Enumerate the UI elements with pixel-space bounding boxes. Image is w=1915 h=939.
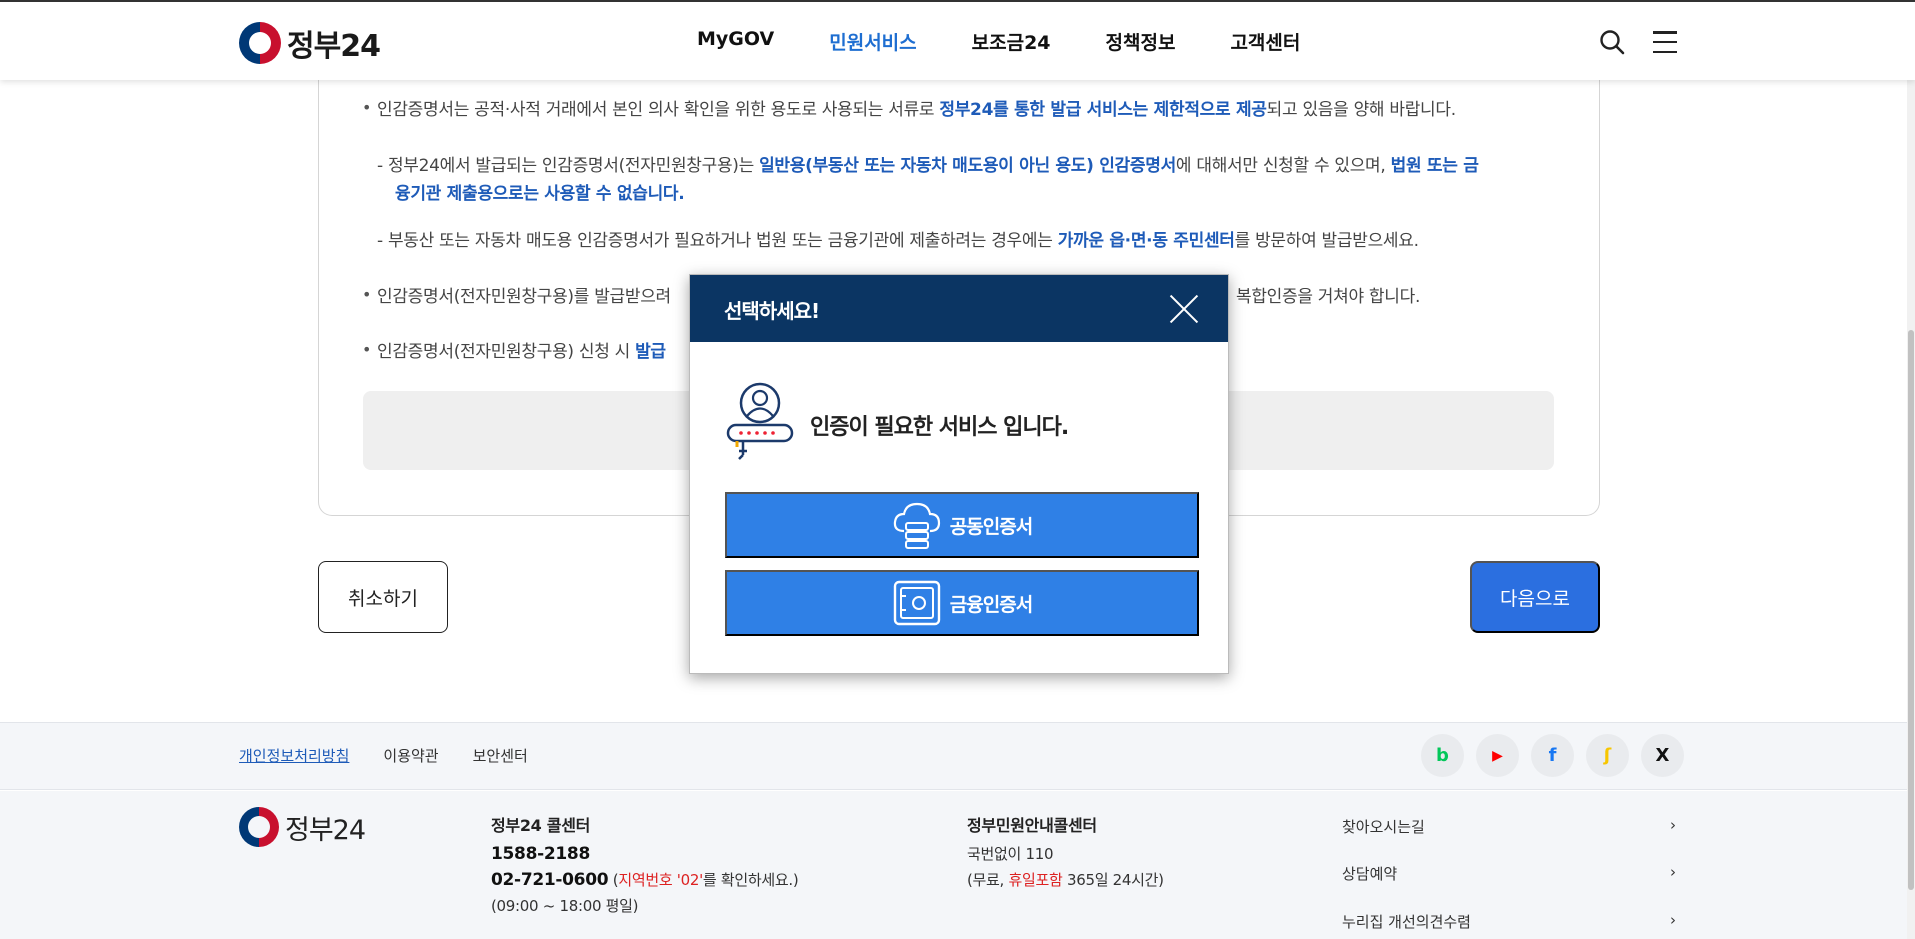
quick-link-label: 찾아오시는길 [1342, 818, 1425, 836]
site-logo[interactable]: 정부24 [239, 21, 381, 65]
bullet: • [362, 98, 372, 117]
security-center-link[interactable]: 보안센터 [473, 745, 528, 766]
chevron-right-icon: › [1670, 863, 1676, 881]
nav-subsidy24[interactable]: 보조금24 [972, 28, 1051, 55]
callcenter-title: 정부24 콜센터 [491, 816, 591, 835]
quick-link-label: 상담예약 [1342, 865, 1398, 883]
minwon-line-1: 국번없이 110 [967, 845, 1054, 863]
modal-message: 인증이 필요한 서비스 입니다. [810, 415, 1069, 440]
minwon-title: 정부민원안내콜센터 [967, 816, 1097, 835]
next-button[interactable]: 다음으로 [1470, 561, 1600, 633]
nav-customer-center[interactable]: 고객센터 [1230, 28, 1300, 55]
notice-line-4: - 부동산 또는 자동차 매도용 인감증명서가 필요하거나 법원 또는 금융기관… [377, 231, 1419, 251]
modal-header: 선택하세요! [690, 275, 1228, 342]
area-code-note: 지역번호 '02' [618, 871, 703, 889]
kakao-icon[interactable]: ʃ [1586, 734, 1629, 777]
joint-certificate-label: 공동인증서 [949, 515, 1033, 538]
notice-line-2: - 정부24에서 발급되는 인감증명서(전자민원창구용)는 일반용(부동산 또는… [377, 156, 1479, 176]
page-scrollbar[interactable] [1907, 80, 1915, 939]
site-header: 정부24 MyGOV 민원서비스 보조금24 정책정보 고객센터 [0, 0, 1915, 80]
note-open: ( [608, 871, 619, 889]
financial-certificate-button[interactable]: 금융인증서 [725, 570, 1199, 636]
privacy-policy-link[interactable]: 개인정보처리방침 [239, 745, 349, 766]
user-authentication-icon [726, 382, 794, 460]
chevron-right-icon: › [1670, 911, 1676, 929]
callcenter-info: 정부24 콜센터 1588-2188 02-721-0600 (지역번호 '02… [491, 813, 799, 919]
social-links: b ▶ f ʃ X [1421, 734, 1684, 777]
joint-certificate-button[interactable]: 공동인증서 [725, 492, 1199, 558]
footer-logo-text: 정부24 [285, 814, 366, 846]
search-icon[interactable] [1599, 29, 1625, 55]
hamburger-menu-icon[interactable] [1653, 31, 1677, 53]
notice-line-5: 인감증명서(전자민원창구용)를 발급받으려 [377, 287, 671, 307]
callcenter-phone-2: 02-721-0600 [491, 870, 609, 890]
minwon-line-2: (무료, 휴일포함 365일 24시간) [967, 871, 1164, 889]
quick-link-feedback[interactable]: 누리집 개선의견수렴 › [1342, 911, 1676, 932]
note-close: 를 확인하세요.) [702, 871, 799, 889]
nav-policy-info[interactable]: 정책정보 [1106, 28, 1176, 55]
cloud-server-icon [893, 502, 940, 549]
main-nav: MyGOV 민원서비스 보조금24 정책정보 고객센터 [697, 28, 1300, 55]
cancel-button[interactable]: 취소하기 [318, 561, 448, 633]
bullet: • [362, 285, 372, 304]
blog-icon[interactable]: b [1421, 734, 1464, 777]
notice-line-5-end: 복합인증을 거쳐야 합니다. [1236, 287, 1421, 307]
logo-text: 정부24 [287, 29, 381, 64]
x-icon[interactable]: X [1641, 734, 1684, 777]
quick-link-directions[interactable]: 찾아오시는길 › [1342, 816, 1676, 837]
callcenter-phone-2-row: 02-721-0600 (지역번호 '02'를 확인하세요.) [491, 867, 799, 893]
terms-link[interactable]: 이용약관 [383, 745, 438, 766]
minwon-callcenter-info: 정부민원안내콜센터 국번없이 110 (무료, 휴일포함 365일 24시간) [967, 813, 1164, 893]
taegeuk-logo-icon [239, 807, 279, 847]
footer-links: 개인정보처리방침 이용약관 보안센터 [239, 745, 528, 766]
footer-logo[interactable]: 정부24 [239, 807, 366, 847]
scrollbar-thumb[interactable] [1908, 330, 1914, 890]
financial-certificate-label: 금융인증서 [949, 593, 1033, 616]
bullet: • [362, 340, 372, 359]
youtube-icon[interactable]: ▶ [1476, 734, 1519, 777]
callcenter-phone-1: 1588-2188 [491, 844, 590, 864]
quick-link-consultation[interactable]: 상담예약 › [1342, 863, 1676, 884]
notice-line-6: 인감증명서(전자민원창구용) 신청 시 발급 [377, 342, 666, 362]
notice-line-3: 융기관 제출용으로는 사용할 수 없습니다. [395, 184, 685, 204]
close-icon[interactable] [1168, 292, 1200, 324]
chevron-right-icon: › [1670, 816, 1676, 834]
callcenter-hours: (09:00 ~ 18:00 평일) [491, 897, 639, 915]
modal-title: 선택하세요! [724, 299, 820, 323]
nav-mygov[interactable]: MyGOV [697, 28, 774, 55]
taegeuk-logo-icon [239, 22, 281, 64]
notice-line-1: 인감증명서는 공적·사적 거래에서 본인 의사 확인을 위한 용도로 사용되는 … [377, 100, 1456, 120]
quick-link-label: 누리집 개선의견수렴 [1342, 913, 1471, 931]
nav-minwon-service[interactable]: 민원서비스 [829, 28, 916, 55]
facebook-icon[interactable]: f [1531, 734, 1574, 777]
safe-icon [893, 580, 940, 626]
auth-select-modal: 선택하세요! 인증이 필요한 서비스 입니다. 공동인증서 금융인증서 [689, 274, 1229, 674]
